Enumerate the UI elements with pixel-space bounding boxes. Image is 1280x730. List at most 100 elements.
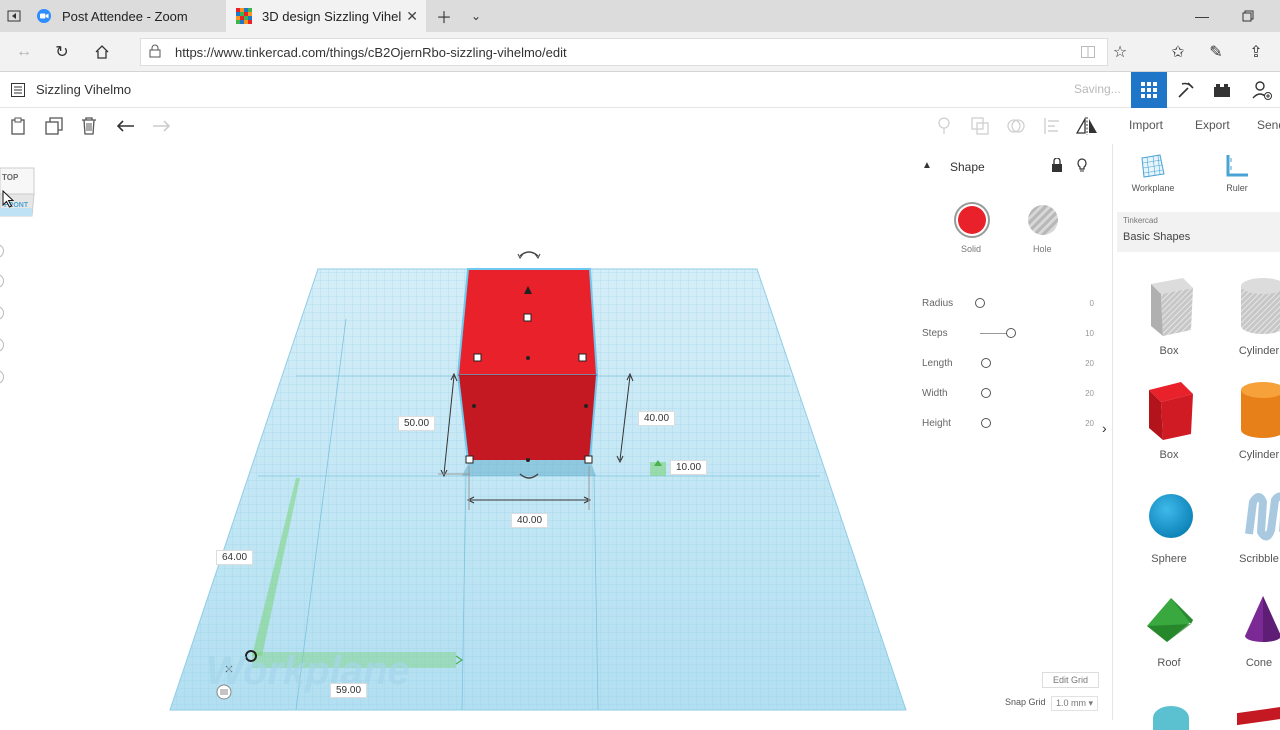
shape-cylinder-hole[interactable]: Cylinder — [1219, 274, 1280, 374]
property-label: Height — [922, 418, 951, 429]
workplane-icon — [1141, 154, 1165, 178]
ruler-tool[interactable]: Ruler — [1215, 154, 1259, 193]
steps-slider[interactable] — [1006, 328, 1016, 338]
import-button[interactable]: Import — [1129, 118, 1163, 132]
height-left-dimension[interactable]: 50.00 — [398, 416, 436, 431]
property-value[interactable]: 20 — [1085, 389, 1094, 398]
view-cube-top[interactable]: TOP — [2, 173, 18, 182]
redo-icon[interactable] — [149, 114, 173, 138]
height-slider[interactable] — [981, 418, 991, 428]
hole-label: Hole — [1033, 244, 1052, 254]
property-value[interactable]: 10 — [1085, 329, 1094, 338]
close-tab-icon[interactable]: ✕ — [406, 8, 418, 25]
property-value[interactable]: 20 — [1085, 359, 1094, 368]
length-slider[interactable] — [981, 358, 991, 368]
ungroup-icon[interactable] — [1004, 114, 1028, 138]
tab-list-icon[interactable]: ⌄ — [464, 4, 488, 28]
visibility-bulb-icon[interactable] — [1076, 158, 1088, 177]
width-property[interactable]: Width 20 — [922, 386, 1098, 406]
align-icon[interactable] — [1040, 114, 1064, 138]
elevation-dimension[interactable]: 10.00 — [670, 460, 708, 475]
design-title[interactable]: Sizzling Vihelmo — [36, 82, 131, 97]
snap-grid-select[interactable]: 1.0 mm ▾ — [1051, 696, 1099, 711]
width-dimension[interactable]: 40.00 — [511, 513, 549, 528]
cylinder-hole-icon — [1241, 278, 1280, 334]
lock-icon[interactable] — [1052, 157, 1062, 177]
steps-property[interactable]: Steps 10 — [922, 326, 1098, 346]
url-field[interactable]: https://www.tinkercad.com/things/cB2Ojer… — [140, 38, 1108, 66]
length-property[interactable]: Length 20 — [922, 356, 1098, 376]
pen-icon[interactable]: ✎ — [1204, 40, 1228, 64]
send-to-button[interactable]: Send — [1257, 118, 1280, 132]
sphere-icon — [1149, 494, 1193, 538]
property-value[interactable]: 0 — [1090, 299, 1094, 308]
tab-tinkercad[interactable]: 3D design Sizzling Vihel ✕ — [226, 0, 426, 32]
shape-cylinder[interactable]: Cylinder — [1219, 378, 1280, 478]
restore-icon[interactable] — [1236, 4, 1260, 28]
3d-view-button[interactable] — [1131, 72, 1167, 108]
duplicate-icon[interactable] — [42, 114, 66, 138]
red-box-shape[interactable] — [456, 268, 599, 461]
solid-label: Solid — [961, 244, 982, 254]
grid-x-dimension[interactable]: 59.00 — [330, 683, 368, 698]
save-status: Saving... — [1074, 82, 1121, 96]
radius-property[interactable]: Radius 0 — [922, 296, 1098, 316]
favorites-icon[interactable]: ✩ — [1166, 40, 1190, 64]
user-add-icon[interactable] — [1250, 78, 1274, 102]
paste-icon[interactable] — [6, 114, 30, 138]
solid-color-button[interactable] — [954, 202, 990, 238]
tab-label: 3D design Sizzling Vihel — [262, 8, 402, 24]
shape-box-hole[interactable]: Box — [1129, 274, 1209, 374]
collapse-inspector-icon[interactable]: ▲ — [922, 160, 932, 171]
minimize-icon[interactable]: — — [1190, 4, 1214, 28]
height-right-dimension[interactable]: 40.00 — [638, 411, 676, 426]
shape-label: Scribble — [1239, 553, 1279, 565]
property-value[interactable]: 20 — [1085, 419, 1094, 428]
shape-sphere[interactable]: Sphere — [1129, 482, 1209, 582]
height-property[interactable]: Height 20 — [922, 416, 1098, 436]
address-bar: ← → ↻ https://www.tinkercad.com/things/c… — [0, 32, 1280, 72]
tab-zoom[interactable]: Post Attendee - Zoom — [30, 0, 226, 32]
reading-view-icon[interactable] — [1081, 45, 1095, 63]
radius-slider[interactable] — [975, 298, 985, 308]
snap-icon[interactable] — [216, 684, 232, 705]
note-icon[interactable] — [932, 114, 956, 138]
pickaxe-icon[interactable] — [1174, 78, 1198, 102]
design-list-icon[interactable] — [6, 78, 30, 102]
snap-grid-label: Snap Grid — [1005, 697, 1046, 707]
forward-icon[interactable]: → — [12, 40, 36, 64]
tab-actions-icon[interactable] — [2, 4, 26, 28]
favorite-star-icon[interactable]: ☆ — [1108, 40, 1132, 64]
hole-button[interactable] — [1028, 205, 1058, 235]
shape-next-preview-2[interactable] — [1237, 706, 1280, 726]
url-text: https://www.tinkercad.com/things/cB2Ojer… — [175, 45, 567, 60]
shape-scribble[interactable]: Scribble — [1219, 482, 1280, 582]
ruler-icon — [1226, 155, 1248, 177]
cylinder-icon — [1241, 382, 1280, 438]
shapes-panel: Workplane Ruler Tinkercad Basic Shapes B… — [1112, 144, 1280, 730]
shape-cone[interactable]: Cone — [1219, 586, 1280, 686]
shape-library-select[interactable]: Tinkercad Basic Shapes — [1117, 212, 1280, 252]
shape-next-preview[interactable] — [1153, 706, 1189, 730]
share-icon[interactable]: ⇪ — [1244, 40, 1268, 64]
view-cube[interactable]: TOP FRONT — [0, 164, 36, 218]
mirror-icon[interactable] — [1075, 114, 1099, 138]
new-tab-icon[interactable]: ＋ — [432, 4, 456, 28]
app-header: Sizzling Vihelmo Saving... — [0, 72, 1280, 108]
solid-color-swatch — [958, 206, 986, 234]
width-slider[interactable] — [981, 388, 991, 398]
bricks-icon[interactable] — [1210, 78, 1234, 102]
workplane-tool[interactable]: Workplane — [1131, 154, 1175, 193]
edit-grid-button[interactable]: Edit Grid — [1042, 672, 1100, 688]
shape-box[interactable]: Box — [1129, 378, 1209, 478]
export-button[interactable]: Export — [1195, 118, 1230, 132]
group-icon[interactable] — [968, 114, 992, 138]
grid-y-dimension[interactable]: 64.00 — [216, 550, 254, 565]
refresh-icon[interactable]: ↻ — [50, 40, 74, 64]
shape-label: Cylinder — [1238, 345, 1280, 357]
undo-icon[interactable] — [114, 114, 138, 138]
browser-tab-bar: Post Attendee - Zoom 3D design Sizzling … — [0, 0, 1280, 32]
home-icon[interactable] — [90, 40, 114, 64]
delete-icon[interactable] — [77, 114, 101, 138]
shape-roof[interactable]: Roof — [1129, 586, 1209, 686]
